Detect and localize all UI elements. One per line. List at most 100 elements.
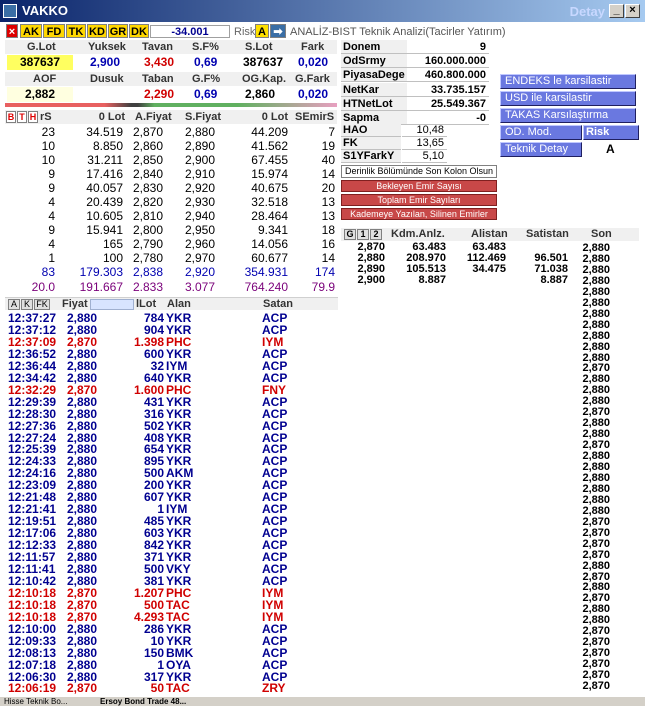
trade-row[interactable]: 12:36:44 2,880 32 IYM ACP	[8, 360, 338, 372]
endeks-compare-button[interactable]: ENDEKS le karsilastir	[500, 74, 636, 89]
trade-row[interactable]: 12:34:42 2,880 640 YKR ACP	[8, 372, 338, 384]
takas-compare-button[interactable]: TAKAS Karsılaştırma	[500, 108, 636, 123]
depth-ask-price-header: S.Fiyat	[185, 111, 222, 123]
trade-s: ACP	[262, 418, 288, 433]
depth-cell: 10.605	[86, 209, 123, 223]
summary-header-row-2: AOF Dusuk Taban G.F% OG.Kap. G.Fark	[5, 72, 337, 86]
kdm-tab-g[interactable]: G	[344, 229, 356, 240]
trade-row[interactable]: 12:10:18 2,870 500 TAC IYM	[8, 599, 338, 611]
trades-price-header: Fiyat	[62, 298, 88, 310]
trades-tab-fk[interactable]: FK	[34, 299, 50, 310]
trade-t: 12:09:33	[8, 633, 57, 648]
totals-cell: 174	[314, 265, 335, 279]
trade-row[interactable]: 12:27:36 2,880 502 YKR ACP	[8, 420, 338, 432]
stat-label: Donem	[341, 40, 407, 54]
trade-l: 286	[143, 621, 164, 636]
depth-cell: 10	[41, 139, 55, 153]
arrow-right-icon[interactable]: ➡	[270, 24, 286, 38]
trade-a: TAC	[166, 681, 190, 696]
pending-orders-button[interactable]: Bekleyen Emir Sayısı	[341, 180, 497, 192]
tiered-orders-button[interactable]: Kademeye Yazılan, Silinen Emirler	[341, 208, 497, 220]
kdm-tab-1[interactable]: 1	[357, 229, 369, 240]
averages-cell: 2.833	[133, 280, 164, 294]
minimize-button[interactable]: _	[609, 4, 624, 18]
close-button[interactable]: ×	[625, 4, 640, 18]
trade-row[interactable]: 12:09:33 2,880 10 YKR ACP	[8, 635, 338, 647]
depth-tab-t[interactable]: T	[17, 111, 27, 123]
stat2-value: 13,65	[402, 137, 447, 150]
taskbar-item-2[interactable]: Ersoy Bond Trade 48...	[100, 697, 186, 706]
trade-t: 12:32:29	[8, 382, 57, 397]
trades-filter-input[interactable]	[90, 299, 134, 310]
risk-kodu-button[interactable]: Risk Kodu	[583, 125, 639, 151]
trade-row[interactable]: 12:10:00 2,880 286 YKR ACP	[8, 623, 338, 635]
depth-cell: 67.455	[251, 153, 288, 167]
depth-tab-h[interactable]: H	[28, 111, 38, 123]
depth-cell: 2,820	[133, 195, 164, 209]
tab-kd[interactable]: KD	[87, 24, 107, 38]
tab-fd[interactable]: FD	[43, 24, 65, 38]
kdm-tab-2[interactable]: 2	[370, 229, 382, 240]
trade-a: IYM	[166, 358, 188, 373]
depth-cell: 2,850	[133, 153, 164, 167]
tab-dk[interactable]: DK	[129, 24, 149, 38]
trade-l: 1	[157, 657, 164, 672]
stat2-label: S1YFarkY	[341, 150, 401, 163]
trade-row[interactable]: 12:06:19 2,870 50 TAC ZRY	[8, 682, 338, 694]
trade-a: YKR	[166, 406, 192, 421]
depth-cell: 2,890	[185, 139, 216, 153]
analysis-title[interactable]: ANALİZ-BIST Teknik Analizi(Tacirler Yatı…	[290, 26, 506, 38]
depth-cell: 20.439	[86, 195, 123, 209]
depth-cell: 40	[321, 153, 335, 167]
tab-gr[interactable]: GR	[108, 24, 128, 38]
trades-tab-k[interactable]: K	[21, 299, 33, 310]
stat2-label: HAO	[341, 124, 401, 137]
tab-ak[interactable]: AK	[20, 24, 42, 38]
depth-cell: 10	[41, 153, 55, 167]
depth-ask-lot-header: 0 Lot	[261, 111, 288, 123]
trade-row[interactable]: 12:08:13 2,880 150 BMK ACP	[8, 647, 338, 659]
teknik-detay-button[interactable]: Teknik Detay	[500, 142, 582, 157]
title-bar[interactable]: VAKKO Detay _ ×	[0, 0, 645, 22]
trade-p: 2,870	[67, 597, 98, 612]
trade-s: ACP	[262, 370, 288, 385]
trade-s: ACP	[262, 645, 288, 660]
od-mod-button[interactable]: OD. Mod.	[500, 125, 582, 140]
trade-row[interactable]: 12:07:18 2,880 1 OYA ACP	[8, 659, 338, 671]
trade-row[interactable]: 12:32:29 2,870 1.600 PHC FNY	[8, 384, 338, 396]
depth-cell: 2,780	[133, 251, 164, 265]
trade-row[interactable]: 12:29:39 2,880 431 YKR ACP	[8, 396, 338, 408]
trade-l: 4.293	[133, 609, 164, 624]
glot-header: G.Lot	[27, 41, 56, 53]
trade-row[interactable]: 12:28:30 2,880 316 YKR ACP	[8, 408, 338, 420]
trade-row[interactable]: 12:10:18 2,870 4.293 TAC IYM	[8, 611, 338, 623]
depth-cell: 16	[321, 237, 335, 251]
son-value: 2,880	[582, 340, 610, 353]
depth-cell: 2,800	[133, 223, 164, 237]
stat-value: 460.800.000	[407, 68, 489, 83]
slot-value: 387637	[243, 55, 284, 69]
kdm-cell: 2,900	[357, 274, 385, 286]
total-orders-button[interactable]: Toplam Emir Sayıları	[341, 194, 497, 206]
depth-cell: 2,870	[133, 125, 164, 139]
trade-p: 2,870	[67, 681, 98, 696]
tab-tk[interactable]: TK	[66, 24, 86, 38]
stat-value: 160.000.000	[407, 54, 489, 69]
son-value: 2,870	[582, 548, 610, 561]
close-x-icon[interactable]: ×	[6, 24, 18, 38]
risk-label: Risk	[234, 26, 256, 38]
depth-cell: 2,860	[133, 139, 164, 153]
trade-a: BMK	[166, 645, 194, 660]
trade-p: 2,880	[67, 370, 98, 385]
depth-tab-b[interactable]: B	[6, 111, 16, 123]
trade-p: 2,870	[67, 382, 98, 397]
taskbar-item-1[interactable]: Hisse Teknik Bo...	[4, 697, 67, 706]
depth-cell: 1	[48, 251, 55, 265]
usd-compare-button[interactable]: USD ile karsilastir	[500, 91, 636, 106]
trade-s: IYM	[262, 597, 284, 612]
depth-cell: 31.211	[87, 153, 123, 167]
depth-last-column-option[interactable]: Derinlik Bölümünde Son Kolon Olsun	[341, 165, 497, 178]
trades-tab-a[interactable]: A	[8, 299, 20, 310]
trade-p: 2,880	[67, 657, 98, 672]
averages-cell: 79.9	[311, 280, 335, 294]
